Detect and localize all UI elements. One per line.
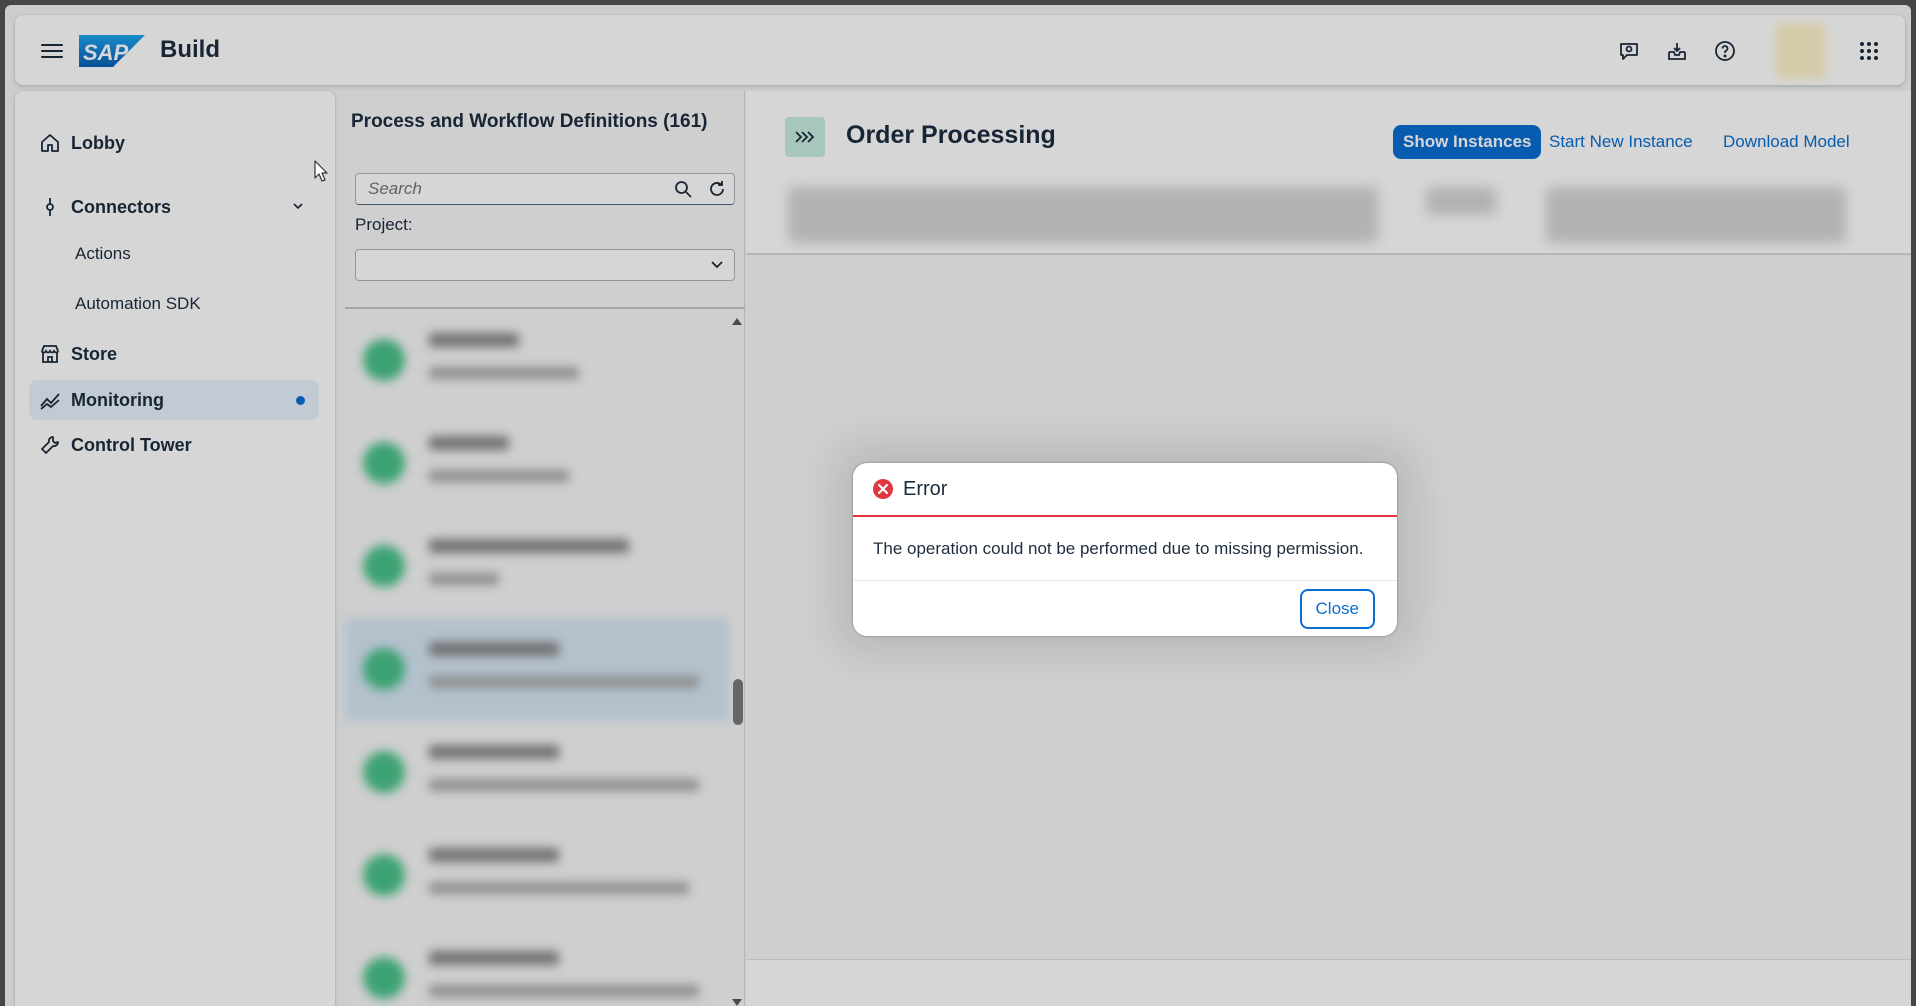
dialog-footer: Close: [853, 580, 1397, 636]
dialog-title: Error: [903, 477, 948, 500]
close-button[interactable]: Close: [1299, 589, 1375, 629]
error-dialog: Error The operation could not be perform…: [853, 463, 1397, 636]
error-icon: [873, 479, 893, 499]
dialog-message: The operation could not be performed due…: [873, 539, 1364, 558]
dialog-header: Error: [853, 463, 1397, 517]
mouse-cursor-icon: [314, 160, 328, 182]
